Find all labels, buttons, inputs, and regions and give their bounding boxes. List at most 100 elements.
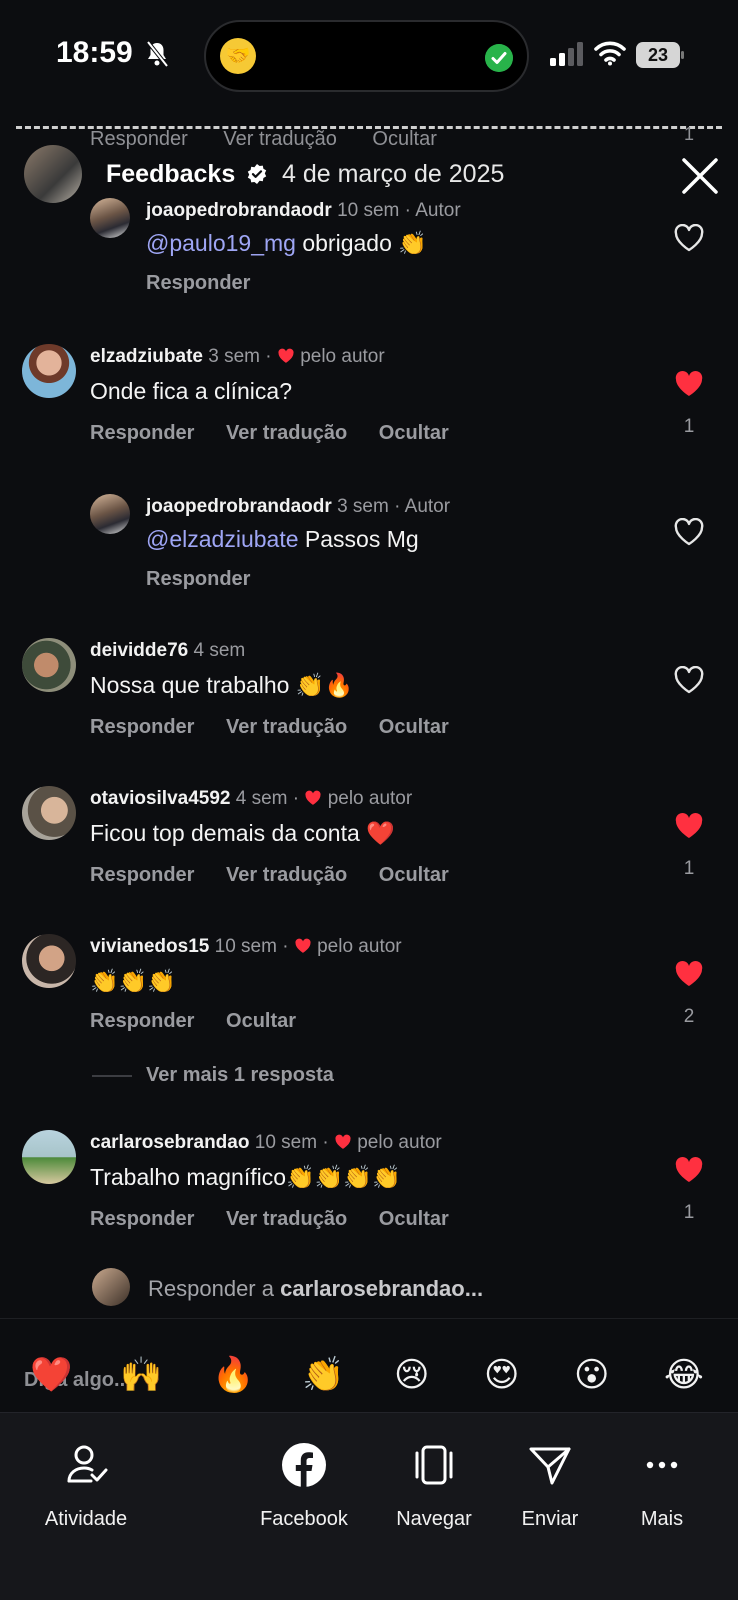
reaction-heart[interactable]: ❤️ — [30, 1355, 72, 1395]
heart-outline-icon[interactable] — [674, 518, 704, 546]
comment-body: Passos Mg — [298, 526, 419, 552]
ghost-like-count: 1 — [684, 124, 695, 144]
comment-author-tag: · Autor — [394, 496, 451, 517]
avatar[interactable] — [22, 344, 76, 398]
bell-slash-icon — [146, 40, 169, 68]
comment-author-tag: · Autor — [404, 200, 461, 221]
battery-icon: 23 — [636, 42, 684, 68]
reply-button[interactable]: Responder — [90, 1010, 194, 1032]
hide-button[interactable]: Ocultar — [226, 1010, 296, 1032]
quick-reactions-bar: Diga algo... ❤️ 🙌 🔥 👏 😢 😍 😮 😂 — [0, 1318, 738, 1418]
reaction-fire[interactable]: 🔥 — [212, 1355, 254, 1395]
reaction-laughing[interactable]: 😂 — [664, 1355, 704, 1395]
reaction-heart-eyes[interactable]: 😍 — [484, 1355, 519, 1395]
heart-filled-icon[interactable] — [674, 812, 704, 840]
page-title[interactable]: Feedbacks — [106, 160, 235, 189]
comment-username[interactable]: vivianedos15 — [90, 936, 209, 957]
comment-username[interactable]: elzadziubate — [90, 346, 203, 367]
liked-by-author-label: pelo autor — [300, 346, 385, 367]
comment-text: @paulo19_mg obrigado 👏 — [146, 230, 427, 257]
comment-actions: Responder Ocultar — [90, 1010, 322, 1033]
reply-button[interactable]: Responder — [90, 716, 194, 738]
like-count: 1 — [683, 1202, 695, 1223]
comment-actions: Responder Ver tradução Ocultar — [90, 716, 475, 739]
heart-outline-icon[interactable] — [674, 224, 704, 252]
post-date: 4 de março de 2025 — [282, 160, 505, 188]
send-button[interactable]: Enviar — [500, 1441, 600, 1531]
comment-actions: Responder Ver tradução Ocultar — [90, 422, 475, 445]
wifi-icon — [594, 41, 626, 66]
ghost-hide: Ocultar — [372, 128, 437, 150]
more-button[interactable]: Mais — [612, 1441, 712, 1531]
reaction-crying[interactable]: 😢 — [394, 1355, 429, 1395]
translate-button[interactable]: Ver tradução — [226, 864, 347, 886]
translate-button[interactable]: Ver tradução — [226, 422, 347, 444]
hide-button[interactable]: Ocultar — [379, 422, 449, 444]
navigate-button[interactable]: Navegar — [384, 1441, 484, 1531]
comment-time: 10 sem — [337, 200, 400, 221]
comment-username[interactable]: joaopedrobrandaodr — [146, 496, 332, 517]
translate-button[interactable]: Ver tradução — [226, 1208, 347, 1230]
avatar[interactable] — [22, 934, 76, 988]
mention-link[interactable]: @elzadziubate — [146, 526, 299, 552]
comment-body: obrigado 👏 — [295, 230, 427, 256]
comment-username[interactable]: otaviosilva4592 — [90, 788, 230, 809]
comment-time: 4 sem — [235, 788, 288, 809]
more-label: Mais — [640, 1508, 684, 1530]
bottom-action-sheet: Atividade Facebook Navegar Enviar Mais — [0, 1412, 738, 1600]
comment-time: 10 sem — [214, 936, 277, 957]
activity-label: Atividade — [44, 1508, 128, 1530]
comment-actions: Responder Ver tradução Ocultar — [90, 1208, 475, 1231]
comment-text: 👏👏👏 — [90, 968, 176, 994]
ghost-reply: Responder — [90, 128, 188, 150]
reply-button[interactable]: Responder — [146, 568, 250, 590]
send-label: Enviar — [521, 1508, 579, 1530]
navigate-label: Navegar — [396, 1508, 472, 1530]
status-bar: 18:59 🤝 23 — [0, 0, 738, 110]
reply-placeholder: Responder a carlarosebrandao... — [148, 1276, 484, 1301]
like-count: 1 — [683, 416, 695, 437]
heart-filled-icon[interactable] — [674, 370, 704, 398]
close-icon[interactable] — [680, 156, 720, 196]
avatar[interactable] — [90, 198, 130, 238]
heart-outline-icon[interactable] — [674, 666, 704, 694]
avatar[interactable] — [22, 638, 76, 692]
reaction-surprised[interactable]: 😮 — [574, 1355, 609, 1395]
comment-meta: otaviosilva4592 4 sem · pelo autor — [90, 788, 413, 809]
like-count: 2 — [683, 1006, 695, 1027]
author-liked-heart-icon — [305, 790, 321, 805]
translate-button[interactable]: Ver tradução — [226, 716, 347, 738]
avatar[interactable] — [22, 786, 76, 840]
battery-level: 23 — [636, 42, 680, 68]
reply-input[interactable]: Responder a carlarosebrandao... — [92, 1268, 692, 1308]
reply-button[interactable]: Responder — [146, 272, 250, 294]
comment-username[interactable]: deividde76 — [90, 640, 188, 661]
comment-time: 10 sem — [254, 1132, 318, 1153]
hide-button[interactable]: Ocultar — [379, 1208, 449, 1230]
avatar[interactable] — [90, 494, 130, 534]
status-time: 18:59 — [56, 36, 133, 69]
reply-button[interactable]: Responder — [90, 422, 194, 444]
avatar[interactable] — [22, 1130, 76, 1184]
activity-button[interactable]: Atividade — [36, 1441, 136, 1531]
reply-button[interactable]: Responder — [90, 1208, 194, 1230]
comment-text: Trabalho magnífico👏👏👏👏 — [90, 1164, 401, 1190]
view-more-replies-button[interactable]: Ver mais 1 resposta — [92, 1064, 334, 1087]
comment-text: Nossa que trabalho 👏🔥 — [90, 672, 354, 698]
reaction-clap[interactable]: 👏 — [302, 1355, 344, 1395]
comment-meta: deividde76 4 sem — [90, 640, 245, 662]
comment-meta: joaopedrobrandaodr 3 sem · Autor — [146, 496, 450, 518]
comment-actions: Responder — [146, 568, 276, 591]
comment-username[interactable]: carlarosebrandao — [90, 1132, 249, 1153]
post-author-avatar[interactable] — [24, 145, 82, 203]
comment-username[interactable]: joaopedrobrandaodr — [146, 200, 332, 221]
mention-link[interactable]: @paulo19_mg — [146, 230, 296, 256]
facebook-button[interactable]: Facebook — [254, 1441, 354, 1531]
reply-button[interactable]: Responder — [90, 864, 194, 886]
hide-button[interactable]: Ocultar — [379, 864, 449, 886]
heart-filled-icon[interactable] — [674, 1156, 704, 1184]
hide-button[interactable]: Ocultar — [379, 716, 449, 738]
author-liked-heart-icon — [335, 1134, 351, 1149]
heart-filled-icon[interactable] — [674, 960, 704, 988]
reaction-raised-hands[interactable]: 🙌 — [120, 1355, 162, 1395]
